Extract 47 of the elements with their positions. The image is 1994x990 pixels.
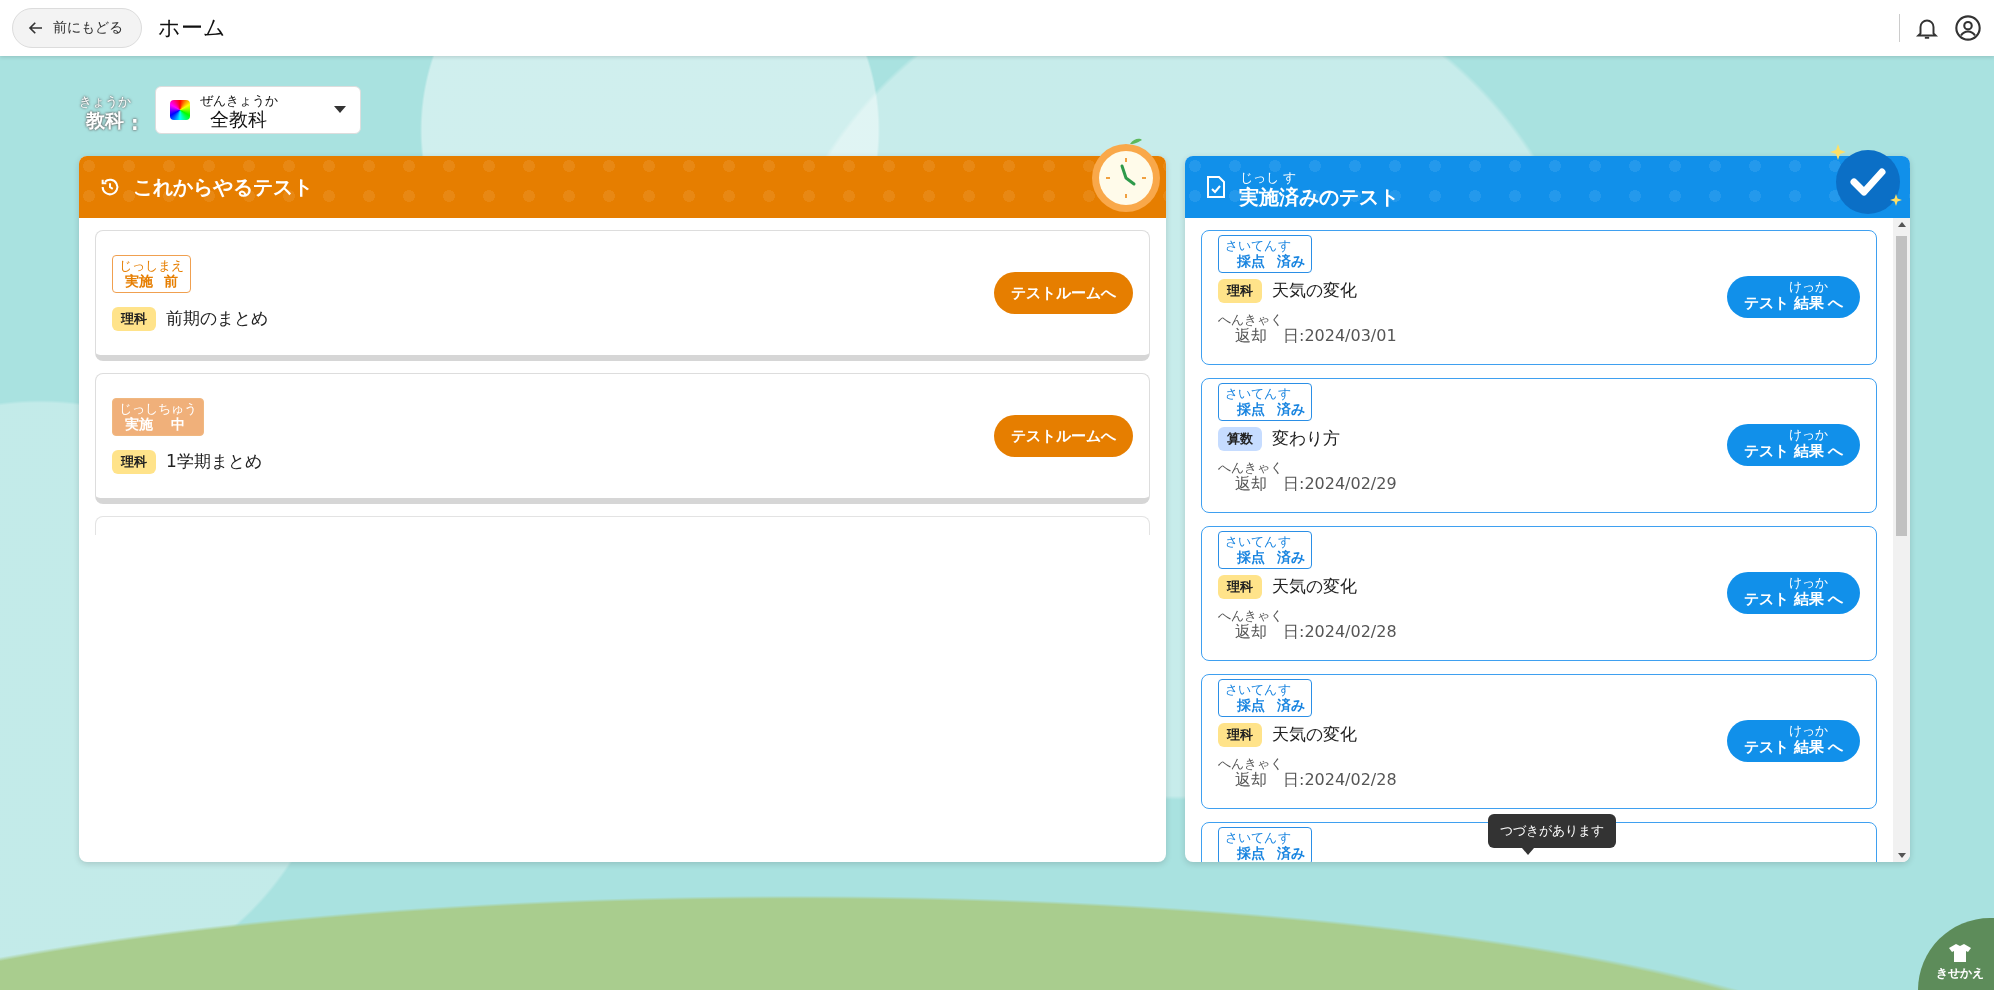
status-tag: じっし 実施 まえ 前 (112, 255, 191, 293)
subject-tag: 理科 (1218, 574, 1262, 599)
tooltip: つづきがあります (1488, 814, 1616, 848)
shirt-icon (1949, 944, 1971, 962)
subject-tag: 理科 (112, 306, 156, 331)
dress-up-button[interactable]: きせかえ (1918, 918, 1994, 990)
back-button[interactable]: 前にもどる (12, 8, 142, 48)
test-name: 天気の変化 (1272, 279, 1357, 302)
status-tag: さいてん 採点 す 済み (1218, 531, 1312, 569)
status-tag: さいてん 採点 す 済み (1218, 235, 1312, 273)
back-arrow-icon (27, 19, 45, 37)
return-date: へんきゃく 返却 日:2024/02/28 (1218, 754, 1397, 791)
test-result-button[interactable]: テスト けっか 結果 へ (1727, 572, 1860, 614)
return-date: へんきゃく 返却 日:2024/02/28 (1218, 606, 1397, 643)
status-tag: さいてん 採点 す 済み (1218, 679, 1312, 717)
test-name: 1学期まとめ (166, 450, 262, 474)
subject-tag: 理科 (112, 449, 156, 474)
rainbow-icon (169, 100, 190, 120)
subject-label: きょうか 教科 : (79, 92, 139, 134)
caret-icon (333, 106, 346, 114)
test-name: 天気の変化 (1272, 575, 1357, 598)
subject-select[interactable]: ぜんきょうか 全教科 (154, 86, 361, 134)
test-room-button[interactable]: テストルームへ (994, 415, 1133, 457)
test-room-button[interactable]: テストルームへ (994, 272, 1133, 314)
tooltip-pointer-icon (1522, 848, 1534, 855)
history-icon (99, 176, 121, 198)
status-tag: じっし 実施 ちゅう 中 (112, 398, 204, 436)
panel-title: じっし 実施 す 済みのテスト (1239, 168, 1399, 212)
subject-tag: 理科 (1218, 278, 1262, 303)
page-title: ホーム (158, 14, 226, 42)
test-result-button[interactable]: テスト けっか 結果 へ (1727, 720, 1860, 762)
subject-tag: 理科 (1218, 722, 1262, 747)
user-icon[interactable] (1954, 14, 1982, 42)
return-date: へんきゃく 返却 日:2024/03/01 (1218, 310, 1397, 347)
scrollbar-thumb[interactable] (1896, 236, 1907, 536)
return-date: へんきゃく 返却 日:2024/02/29 (1218, 458, 1397, 495)
test-result-button[interactable]: テスト けっか 結果 へ (1727, 424, 1860, 466)
clock-icon (1090, 138, 1162, 214)
test-name: 前期のまとめ (166, 307, 268, 331)
status-tag: さいてん 採点 す 済み (1218, 827, 1312, 862)
document-check-icon (1205, 175, 1227, 199)
test-result-button[interactable]: テスト けっか 結果 へ (1727, 276, 1860, 318)
test-name: 変わり方 (1272, 427, 1340, 450)
status-tag: さいてん 採点 す 済み (1218, 383, 1312, 421)
subject-tag: 算数 (1218, 426, 1262, 451)
panel-title: これからやるテスト (133, 173, 313, 201)
test-name: 天気の変化 (1272, 723, 1357, 746)
